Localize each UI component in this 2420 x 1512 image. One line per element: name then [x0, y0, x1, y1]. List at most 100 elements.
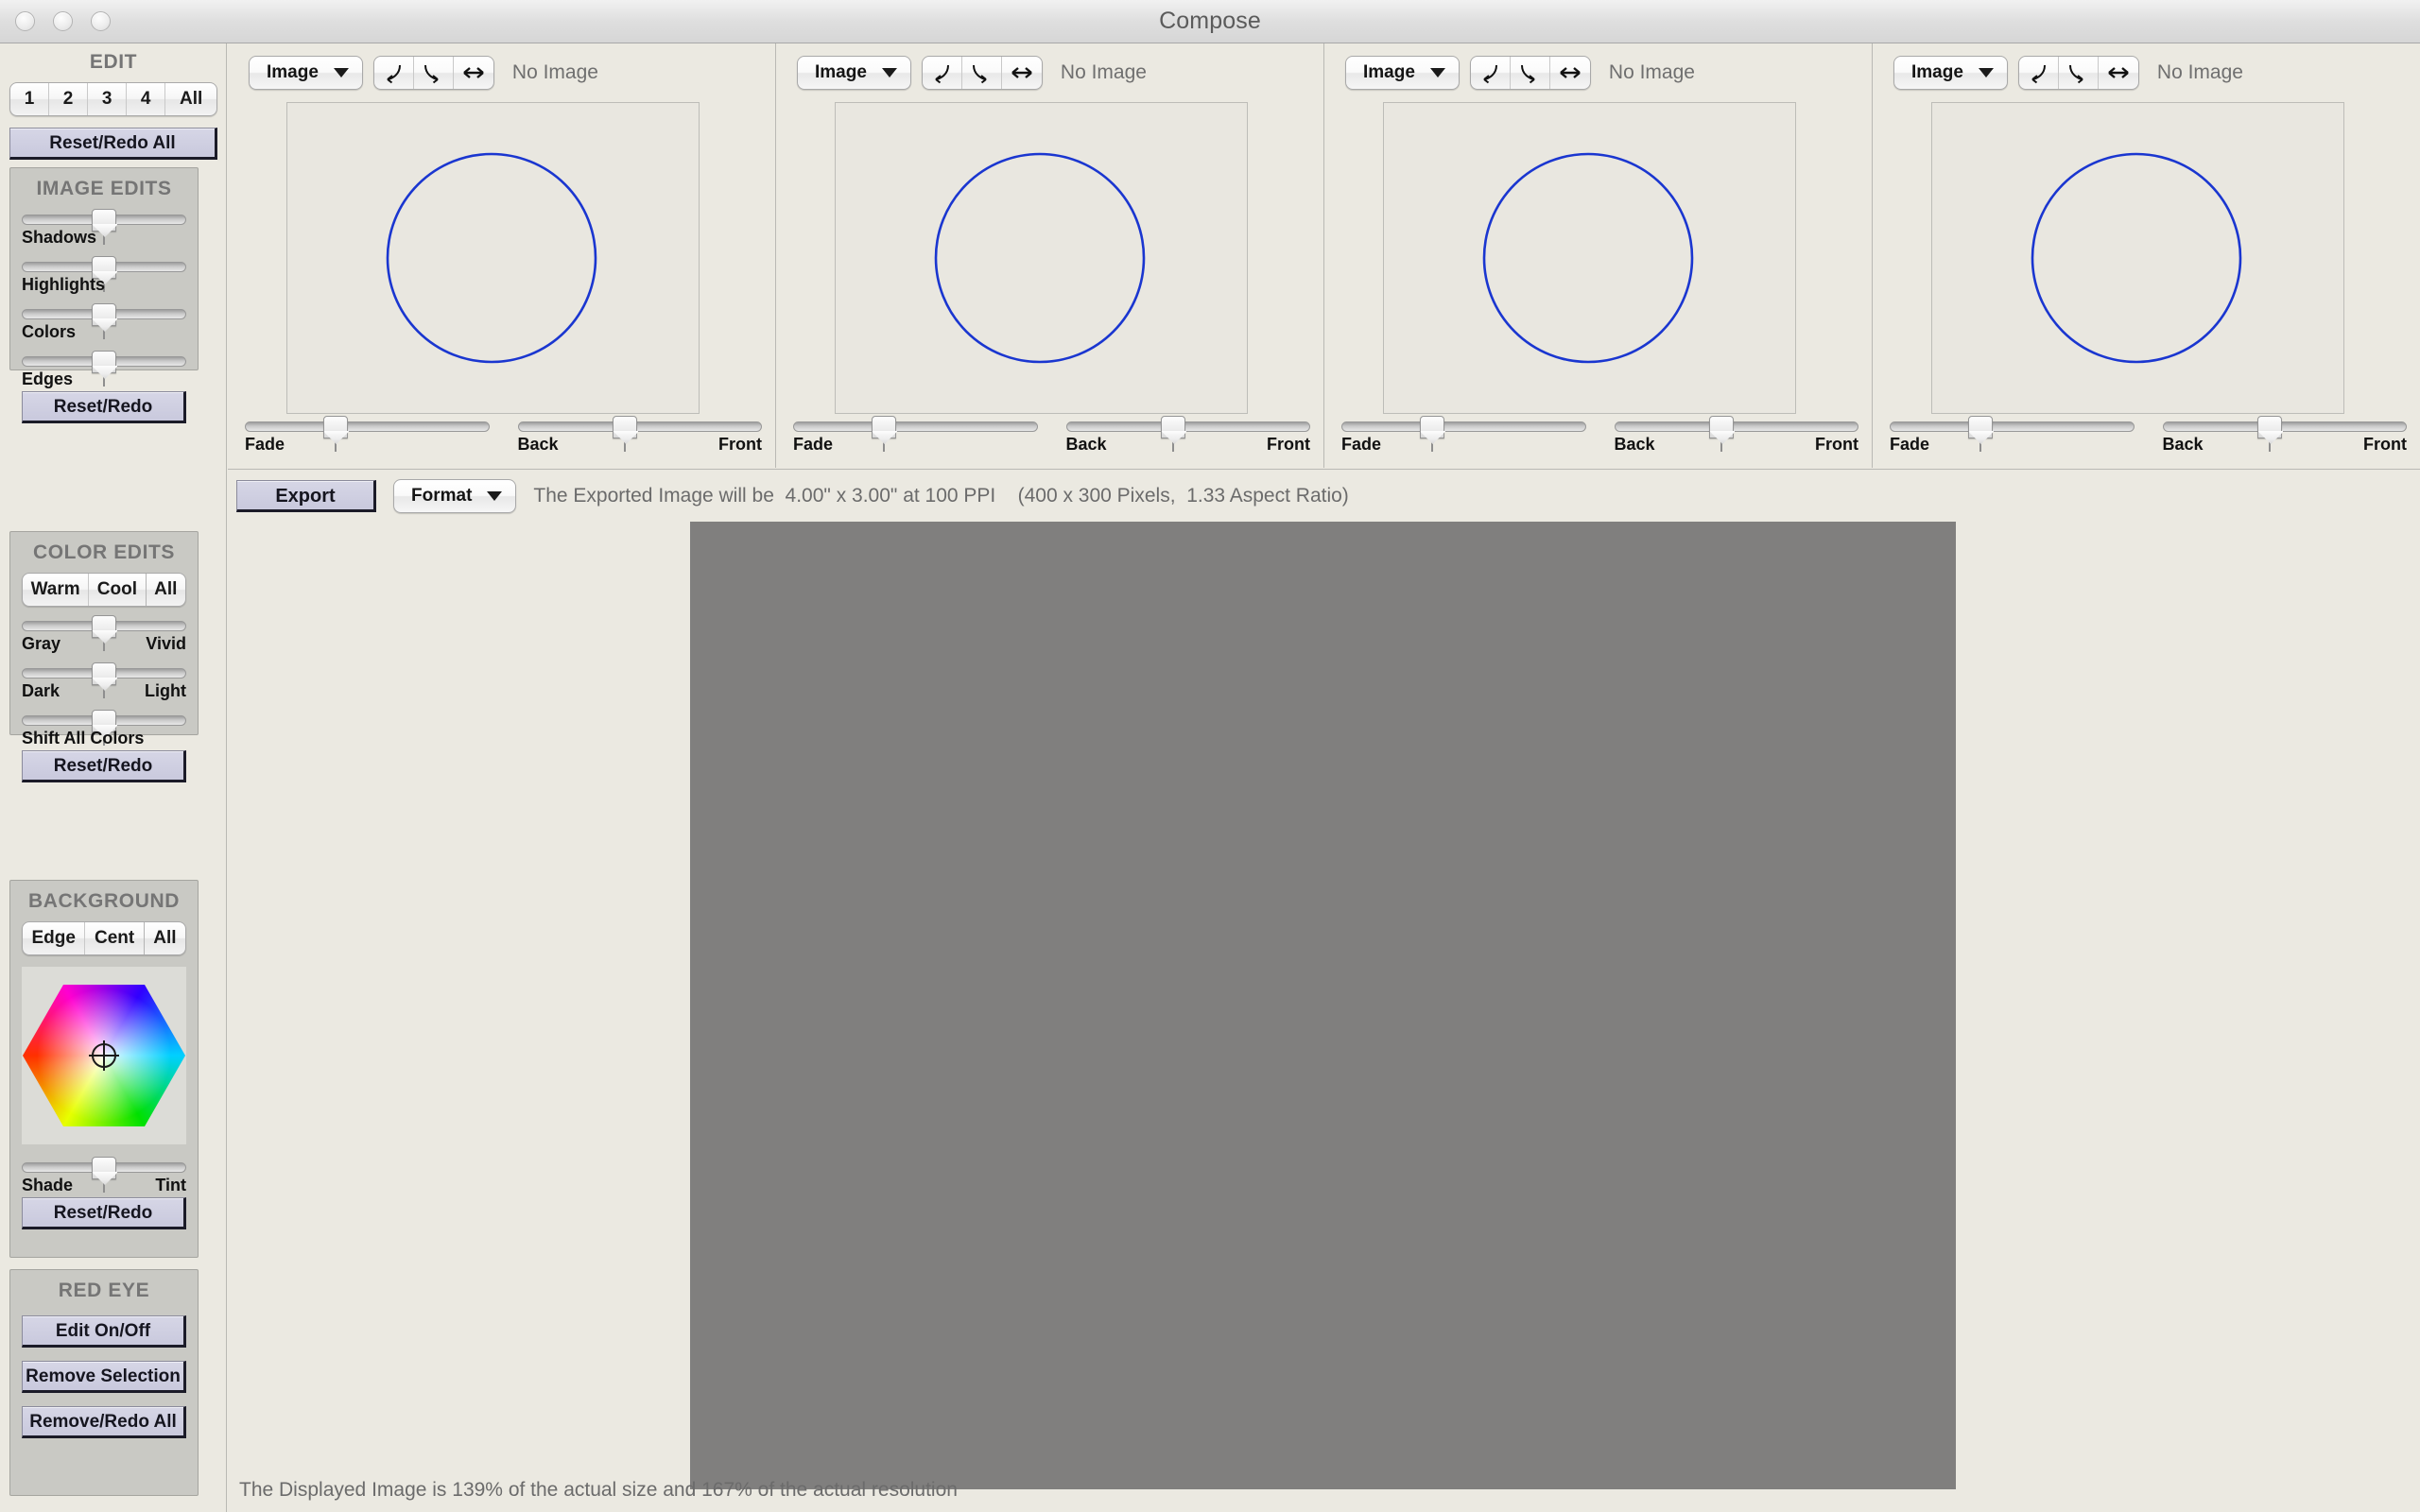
gray-vivid-slider[interactable]: Gray Vivid — [22, 612, 186, 654]
image-panel-1-transform-controls[interactable] — [372, 56, 494, 90]
image-panel-2-sliders: Fade Back Front — [793, 413, 1310, 455]
edit-segment-3[interactable]: 3 — [88, 83, 128, 115]
image-panel-4-depth-track[interactable] — [2162, 421, 2407, 432]
image-panel-3-preview[interactable] — [1383, 102, 1796, 414]
edit-segment-4[interactable]: 4 — [127, 83, 166, 115]
image-panel-2-source-dropdown[interactable]: Image — [797, 56, 911, 90]
image-panel-1-toolbar: Image No Image — [249, 56, 766, 90]
shade-tint-slider[interactable]: Shade Tint — [22, 1154, 186, 1195]
background-segmented-control[interactable]: Edge Cent All — [22, 921, 186, 955]
highlights-slider[interactable]: Highlights — [22, 253, 186, 295]
image-panel-2-depth-track[interactable] — [1065, 421, 1310, 432]
image-panel-3-fade-track[interactable] — [1341, 421, 1586, 432]
background-reset-redo-button[interactable]: Reset/Redo — [22, 1197, 186, 1229]
image-panel-2-back-label: Back — [1065, 435, 1107, 454]
image-panel-2-fade-slider[interactable]: Fade — [793, 413, 1038, 455]
colors-slider[interactable]: Colors — [22, 301, 186, 342]
format-dropdown[interactable]: Format — [393, 478, 517, 513]
image-panel-1-fade-track[interactable] — [245, 421, 490, 432]
image-edits-reset-redo-button[interactable]: Reset/Redo — [22, 391, 186, 423]
background-segment-cent[interactable]: Cent — [85, 922, 145, 954]
image-panel-1-depth-labels: Back Front — [518, 435, 763, 455]
rotate-right-icon[interactable] — [1511, 57, 1550, 89]
image-edits-title: IMAGE EDITS — [36, 178, 172, 199]
image-panel-3-fade-label: Fade — [1341, 435, 1382, 454]
shadows-slider[interactable]: Shadows — [22, 206, 186, 248]
image-panel-3-fade-slider[interactable]: Fade — [1341, 413, 1586, 455]
image-panel-1-depth-slider[interactable]: Back Front — [517, 413, 763, 455]
image-panel-1-sliders: Fade Back Front — [245, 413, 762, 455]
rotate-left-icon[interactable] — [1471, 57, 1511, 89]
rotate-right-icon[interactable] — [962, 57, 1002, 89]
background-segment-all[interactable]: All — [145, 922, 185, 954]
image-panel-3-status: No Image — [1608, 61, 1695, 83]
edges-slider-labels: Edges — [22, 369, 186, 389]
edit-segment-all[interactable]: All — [165, 83, 216, 115]
image-panel-4-preview[interactable] — [1931, 102, 2344, 414]
image-panel-1-preview[interactable] — [286, 102, 700, 414]
image-panel-2-fade-track[interactable] — [793, 421, 1038, 432]
image-panel-3-transform-controls[interactable] — [1469, 56, 1591, 90]
color-segment-all[interactable]: All — [147, 574, 185, 606]
shift-all-colors-slider[interactable]: Shift All Colors — [22, 707, 186, 748]
image-panel-1-fade-labels: Fade — [245, 435, 490, 455]
image-panel-2-transform-controls[interactable] — [921, 56, 1043, 90]
tint-label: Tint — [155, 1176, 186, 1194]
edges-slider[interactable]: Edges — [22, 348, 186, 389]
image-panel-3-depth-track[interactable] — [1614, 421, 1858, 432]
image-panel-3-toolbar: Image No Image — [1345, 56, 1862, 90]
image-panel-4-source-dropdown[interactable]: Image — [1893, 56, 2008, 90]
image-panel-1-back-label: Back — [517, 435, 559, 454]
image-panel-2-depth-slider[interactable]: Back Front — [1065, 413, 1311, 455]
image-panel-2-preview[interactable] — [835, 102, 1248, 414]
red-eye-edit-on-off-button[interactable]: Edit On/Off — [22, 1315, 186, 1348]
red-eye-remove-redo-all-button[interactable]: Remove/Redo All — [22, 1406, 186, 1438]
chevron-down-icon — [487, 490, 503, 501]
background-segment-edge[interactable]: Edge — [23, 922, 86, 954]
reset-redo-all-button[interactable]: Reset/Redo All — [9, 128, 217, 160]
rotate-right-icon[interactable] — [414, 57, 454, 89]
image-panel-4-transform-controls[interactable] — [2017, 56, 2139, 90]
edit-number-segmented-control[interactable]: 1 2 3 4 All — [9, 82, 217, 116]
flip-horizontal-icon[interactable] — [1002, 57, 1042, 89]
red-eye-title: RED EYE — [58, 1280, 150, 1301]
rotate-right-icon[interactable] — [2059, 57, 2099, 89]
export-button[interactable]: Export — [236, 479, 376, 512]
circle-shape-3 — [1482, 152, 1694, 364]
vivid-label: Vivid — [146, 634, 186, 653]
image-panel-4-fade-slider[interactable]: Fade — [1890, 413, 2135, 455]
image-panel-3-depth-slider[interactable]: Back Front — [1614, 413, 1858, 455]
image-panel-2-depth-labels: Back Front — [1066, 435, 1311, 455]
flip-horizontal-icon[interactable] — [2099, 57, 2138, 89]
image-panel-1-depth-track[interactable] — [517, 421, 762, 432]
composite-canvas[interactable] — [690, 522, 1956, 1489]
red-eye-group: RED EYE Edit On/Off Remove Selection Rem… — [9, 1269, 199, 1496]
image-panel-4-fade-labels: Fade — [1890, 435, 2135, 455]
color-edits-segmented-control[interactable]: Warm Cool All — [22, 573, 186, 607]
gray-vivid-slider-labels: Gray Vivid — [22, 634, 186, 654]
flip-horizontal-icon[interactable] — [1550, 57, 1590, 89]
image-panel-2-fade-label: Fade — [793, 435, 834, 454]
dark-light-slider[interactable]: Dark Light — [22, 660, 186, 701]
red-eye-remove-selection-button[interactable]: Remove Selection — [22, 1361, 186, 1393]
rotate-left-icon[interactable] — [374, 57, 414, 89]
image-panel-1-source-dropdown[interactable]: Image — [249, 56, 363, 90]
image-panel-4-fade-track[interactable] — [1890, 421, 2135, 432]
background-color-picker[interactable] — [22, 967, 186, 1144]
image-panel-4-depth-slider[interactable]: Back Front — [2162, 413, 2407, 455]
color-edits-reset-redo-button[interactable]: Reset/Redo — [22, 750, 186, 782]
rotate-left-icon[interactable] — [923, 57, 962, 89]
color-segment-cool[interactable]: Cool — [89, 574, 147, 606]
color-edits-title: COLOR EDITS — [32, 541, 176, 563]
edit-segment-1[interactable]: 1 — [10, 83, 50, 115]
color-picker-crosshair-icon[interactable] — [89, 1040, 119, 1071]
flip-horizontal-icon[interactable] — [454, 57, 493, 89]
rotate-left-icon[interactable] — [2019, 57, 2059, 89]
colors-slider-labels: Colors — [22, 322, 186, 342]
edit-segment-2[interactable]: 2 — [49, 83, 89, 115]
image-panel-2-fade-labels: Fade — [793, 435, 1038, 455]
image-panel-1-fade-slider[interactable]: Fade — [245, 413, 490, 455]
color-segment-warm[interactable]: Warm — [23, 574, 90, 606]
image-panel-3-front-label: Front — [1815, 435, 1858, 454]
image-panel-3-source-dropdown[interactable]: Image — [1345, 56, 1460, 90]
